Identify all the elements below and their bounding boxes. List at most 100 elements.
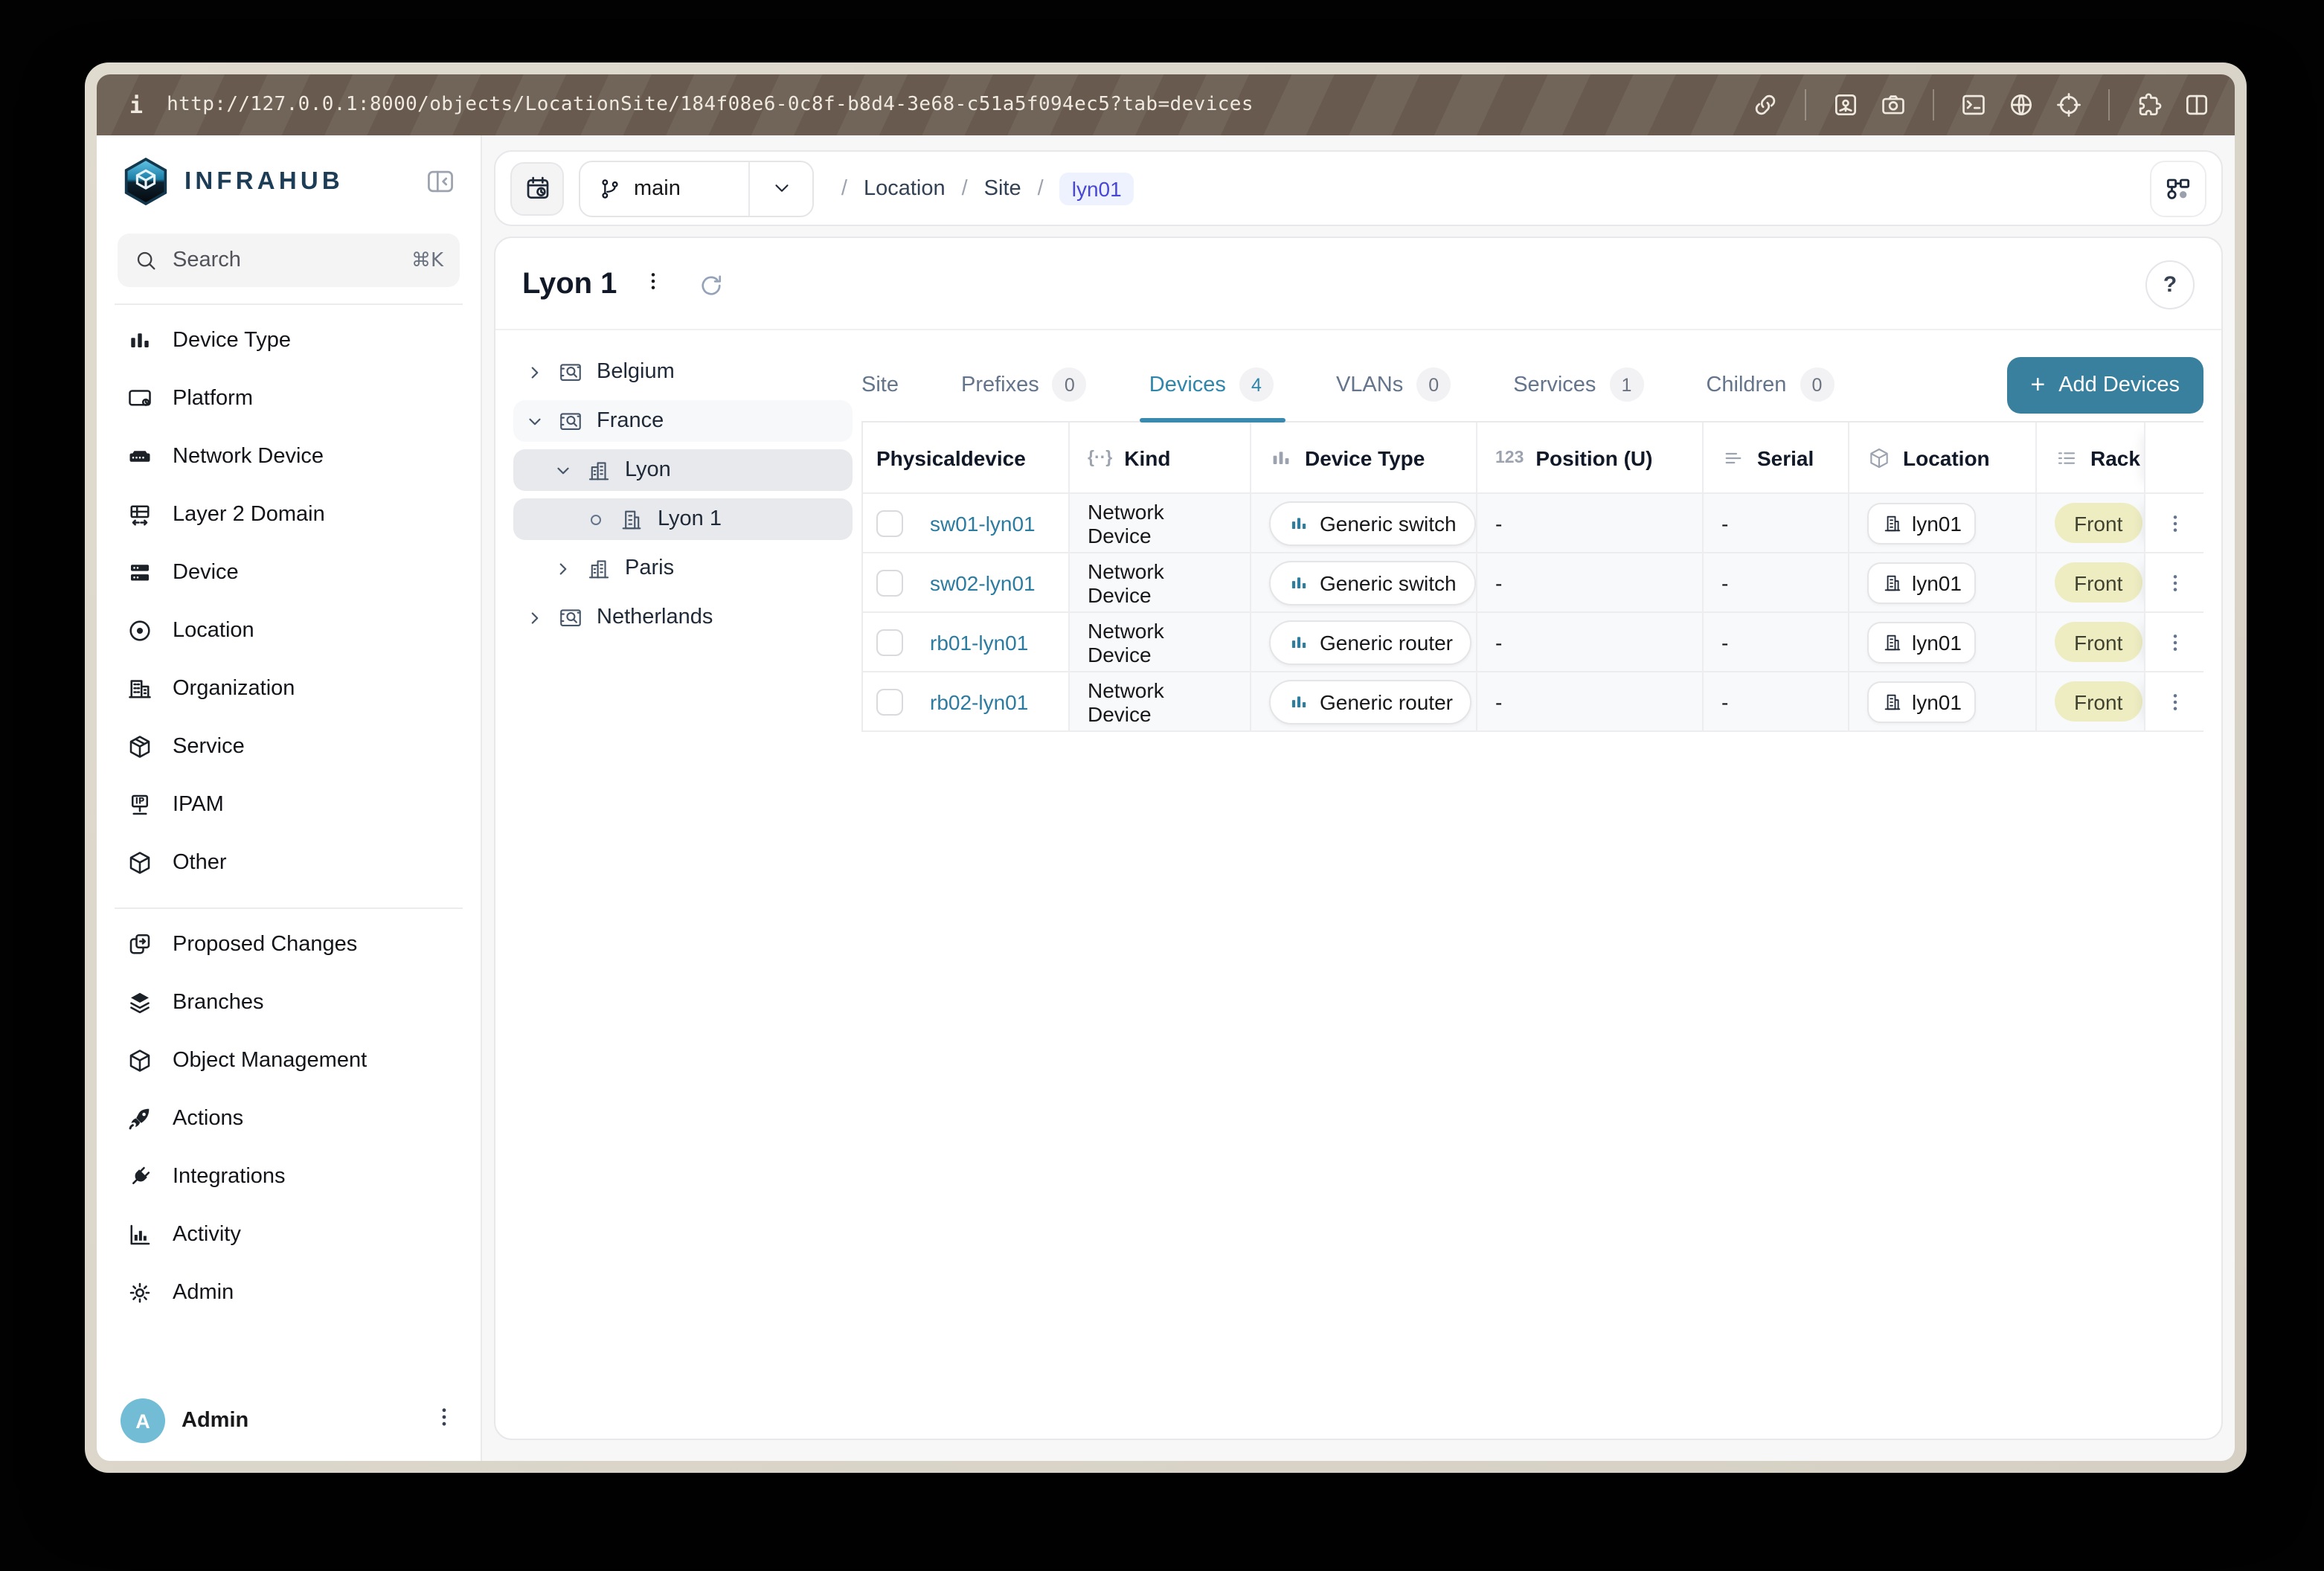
chevron-down-icon[interactable]: [553, 460, 573, 480]
add-devices-button[interactable]: + Add Devices: [2006, 356, 2203, 413]
breadcrumb-site[interactable]: Site: [984, 176, 1021, 200]
sidebar-item-network-device[interactable]: Network Device: [118, 427, 460, 485]
row-actions[interactable]: [2144, 494, 2203, 553]
help-button[interactable]: ?: [2145, 260, 2195, 309]
location-tree: Belgium France Lyon: [513, 348, 853, 1439]
time-travel-button[interactable]: [510, 161, 564, 215]
sidebar-item-service[interactable]: Service: [118, 717, 460, 775]
site-building-icon: [619, 507, 644, 532]
crosshair-icon[interactable]: [2055, 91, 2083, 119]
schema-visualizer-button[interactable]: [2150, 160, 2206, 216]
camera-icon[interactable]: [1879, 91, 1907, 119]
tree-item-france[interactable]: France: [513, 400, 853, 442]
tab-devices[interactable]: Devices4: [1149, 348, 1274, 421]
search-icon: [134, 248, 158, 272]
sidebar-item-platform[interactable]: Platform: [118, 369, 460, 427]
sidebar-item-activity[interactable]: Activity: [118, 1205, 460, 1263]
tree-item-lyon-1[interactable]: Lyon 1: [513, 498, 853, 540]
location-pill[interactable]: lyn01: [1867, 681, 1977, 722]
device-link[interactable]: sw01-lyn01: [930, 511, 1036, 535]
branch-selector[interactable]: main: [579, 160, 815, 216]
tree-item-netherlands[interactable]: Netherlands: [513, 597, 853, 638]
column-header-location[interactable]: Location: [1848, 423, 2035, 494]
column-header-device-type[interactable]: Device Type: [1250, 423, 1476, 494]
tab-label: Children: [1706, 373, 1786, 396]
list-icon: [2055, 446, 2079, 469]
location-pill[interactable]: lyn01: [1867, 562, 1977, 603]
url-bar[interactable]: http://127.0.0.1:8000/objects/LocationSi…: [167, 94, 1254, 116]
table-row-cell: lyn01: [1848, 672, 2035, 732]
tree-item-belgium[interactable]: Belgium: [513, 351, 853, 393]
sidebar-item-integrations[interactable]: Integrations: [118, 1147, 460, 1205]
chevron-right-icon[interactable]: [553, 559, 573, 578]
infrahub-logo-icon: [121, 156, 171, 207]
column-header-rack-face[interactable]: Rack Face: [2035, 423, 2144, 494]
sidebar-item-device[interactable]: Device: [118, 543, 460, 601]
row-actions[interactable]: [2144, 613, 2203, 672]
device-link[interactable]: sw02-lyn01: [930, 571, 1036, 594]
location-pill[interactable]: lyn01: [1867, 502, 1977, 544]
row-checkbox[interactable]: [876, 569, 903, 596]
tree-item-lyon[interactable]: Lyon: [513, 449, 853, 491]
sidebar-item-object-management[interactable]: Object Management: [118, 1031, 460, 1089]
sidebar-item-label: Other: [173, 850, 227, 874]
row-actions[interactable]: [2144, 553, 2203, 613]
device-type-pill[interactable]: Generic router: [1269, 620, 1472, 664]
column-header-kind[interactable]: {··}Kind: [1068, 423, 1250, 494]
branch-caret[interactable]: [751, 177, 813, 199]
globe-icon[interactable]: [2007, 91, 2035, 119]
chevron-right-icon[interactable]: [525, 362, 545, 382]
device-link[interactable]: rb01-lyn01: [930, 630, 1028, 654]
puzzle-icon[interactable]: [2135, 91, 2163, 119]
sidebar-item-location[interactable]: Location: [118, 601, 460, 659]
row-checkbox[interactable]: [876, 510, 903, 536]
chevron-right-icon[interactable]: [525, 608, 545, 627]
tree-label: France: [597, 409, 664, 433]
object-kebab-menu[interactable]: [641, 269, 664, 301]
device-type-pill[interactable]: Generic switch: [1269, 501, 1476, 545]
column-header-serial[interactable]: Serial: [1702, 423, 1848, 494]
table-row-cell: Network Device: [1068, 672, 1250, 732]
search-input[interactable]: Search ⌘K: [118, 234, 460, 287]
tab-vlans[interactable]: VLANs0: [1336, 348, 1451, 421]
device-type-pill[interactable]: Generic router: [1269, 679, 1472, 724]
user-kebab-menu[interactable]: [431, 1404, 457, 1437]
row-actions[interactable]: [2144, 672, 2203, 732]
column-header-physicaldevice[interactable]: Physicaldevice: [863, 423, 1068, 494]
sidebar-item-actions[interactable]: Actions: [118, 1089, 460, 1147]
tab-services[interactable]: Services1: [1513, 348, 1643, 421]
sidebar-item-other[interactable]: Other: [118, 833, 460, 891]
chevron-down-icon[interactable]: [525, 411, 545, 431]
location-pill[interactable]: lyn01: [1867, 621, 1977, 663]
sidebar-item-proposed-changes[interactable]: Proposed Changes: [118, 915, 460, 973]
sidebar-item-ipam[interactable]: IPAM: [118, 775, 460, 833]
info-icon[interactable]: i: [129, 91, 143, 118]
link-icon[interactable]: [1751, 91, 1779, 119]
sidebar-item-layer-2-domain[interactable]: Layer 2 Domain: [118, 485, 460, 543]
refresh-button[interactable]: [697, 272, 724, 298]
device-link[interactable]: rb02-lyn01: [930, 690, 1028, 713]
tree-label: Netherlands: [597, 605, 713, 629]
column-header-position[interactable]: 123Position (U): [1476, 423, 1702, 494]
device-type-pill[interactable]: Generic switch: [1269, 560, 1476, 605]
row-checkbox[interactable]: [876, 688, 903, 715]
sidebar-item-organization[interactable]: Organization: [118, 659, 460, 717]
bar-chart-icon: [1288, 691, 1309, 712]
breadcrumb-location[interactable]: Location: [864, 176, 946, 200]
sidebar-item-device-type[interactable]: Device Type: [118, 311, 460, 369]
tab-site[interactable]: Site: [861, 348, 899, 421]
row-checkbox[interactable]: [876, 629, 903, 655]
tab-children[interactable]: Children0: [1706, 348, 1834, 421]
terminal-icon[interactable]: [1959, 91, 1988, 119]
columns-icon[interactable]: [2183, 91, 2211, 119]
table-row-cell: Front: [2035, 672, 2144, 732]
sidebar-item-branches[interactable]: Branches: [118, 973, 460, 1031]
breadcrumb-current[interactable]: lyn01: [1060, 172, 1134, 205]
sidebar-collapse-button[interactable]: [424, 165, 457, 198]
user-menu[interactable]: A Admin: [118, 1390, 460, 1443]
image-icon[interactable]: [1832, 91, 1860, 119]
sidebar-item-admin[interactable]: Admin: [118, 1263, 460, 1321]
package-icon: [126, 733, 153, 759]
tab-prefixes[interactable]: Prefixes0: [961, 348, 1087, 421]
tree-item-paris[interactable]: Paris: [513, 547, 853, 589]
